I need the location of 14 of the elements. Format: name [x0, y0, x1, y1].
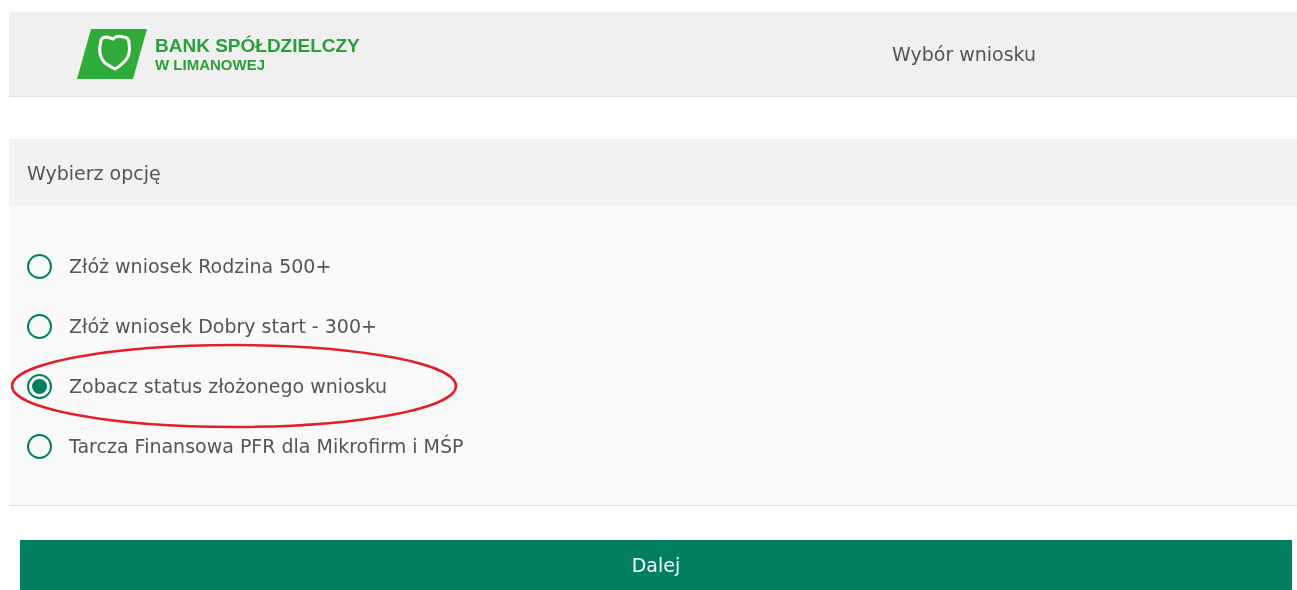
radio-button[interactable]	[27, 373, 52, 399]
panel-heading: Wybierz opcję	[27, 161, 161, 184]
radio-button[interactable]	[27, 433, 52, 459]
radio-button[interactable]	[27, 253, 52, 279]
option-label[interactable]: Złóż wniosek Dobry start - 300+	[69, 315, 377, 337]
option-label[interactable]: Tarcza Finansowa PFR dla Mikrofirm i MŚP	[69, 435, 464, 457]
option-label[interactable]: Zobacz status złożonego wniosku	[69, 375, 388, 397]
option-label[interactable]: Złóż wniosek Rodzina 500+	[69, 255, 332, 277]
bank-location: W LIMANOWEJ	[155, 57, 266, 72]
radio-button[interactable]	[27, 313, 52, 339]
next-button[interactable]: Dalej	[20, 540, 1292, 590]
logo-icon	[77, 29, 147, 79]
bank-name: BANK SPÓŁDZIELCZY	[155, 36, 360, 55]
page-title: Wybór wniosku	[892, 43, 1037, 65]
